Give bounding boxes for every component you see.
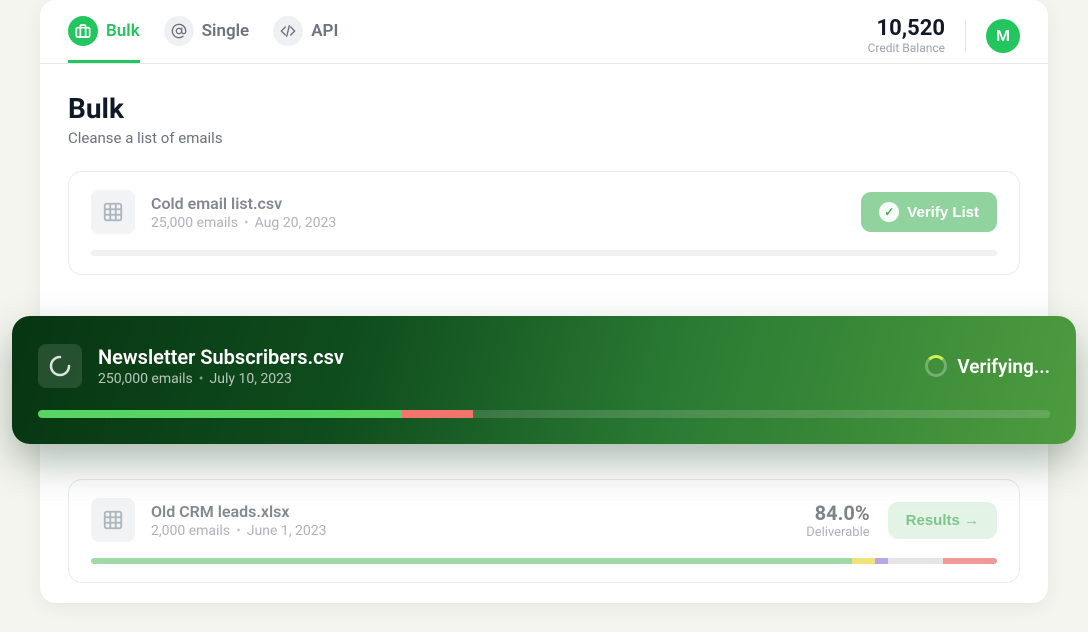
progress-bar bbox=[38, 410, 1050, 418]
main-card: Bulk Single API 10,520 Credit Balance bbox=[40, 0, 1048, 603]
results-button[interactable]: Results → bbox=[888, 502, 997, 539]
tab-bulk[interactable]: Bulk bbox=[68, 16, 140, 63]
file-meta: 25,000 emails•Aug 20, 2023 bbox=[151, 215, 845, 231]
loading-icon bbox=[38, 344, 82, 388]
progress-bar-empty bbox=[91, 250, 997, 256]
page-title: Bulk bbox=[68, 92, 1020, 125]
tab-single[interactable]: Single bbox=[164, 16, 250, 63]
spreadsheet-icon bbox=[91, 498, 135, 542]
deliverable-percent: 84.0% bbox=[806, 501, 869, 525]
file-info: Newsletter Subscribers.csv 250,000 email… bbox=[98, 345, 909, 387]
segment-unknown bbox=[875, 558, 889, 564]
segment-duplicate bbox=[888, 558, 942, 564]
status-label: Verifying... bbox=[957, 355, 1050, 378]
deliverable-label: Deliverable bbox=[806, 525, 869, 540]
file-name: Newsletter Subscribers.csv bbox=[98, 345, 909, 369]
spinner-icon bbox=[925, 355, 947, 377]
verify-list-button[interactable]: ✓ Verify List bbox=[861, 192, 997, 232]
deliverable-metric: 84.0% Deliverable bbox=[806, 501, 869, 540]
file-name: Old CRM leads.xlsx bbox=[151, 502, 790, 521]
at-icon bbox=[164, 16, 194, 46]
file-card-verifying: Newsletter Subscribers.csv 250,000 email… bbox=[12, 316, 1076, 444]
progress-bar bbox=[91, 558, 997, 564]
section-title: Bulk Cleanse a list of emails bbox=[40, 64, 1048, 147]
segment-invalid bbox=[943, 558, 997, 564]
tab-api[interactable]: API bbox=[273, 16, 338, 63]
tabs: Bulk Single API bbox=[68, 16, 338, 63]
tab-label: Bulk bbox=[106, 21, 140, 41]
segment-risky bbox=[852, 558, 875, 564]
segment-deliverable bbox=[91, 558, 852, 564]
button-label: Verify List bbox=[907, 204, 979, 221]
divider bbox=[965, 19, 966, 53]
tab-label: API bbox=[311, 21, 338, 41]
file-card-done: Old CRM leads.xlsx 2,000 emails•June 1, … bbox=[68, 479, 1020, 583]
file-meta: 250,000 emails•July 10, 2023 bbox=[98, 371, 909, 387]
segment-deliverable bbox=[38, 410, 402, 418]
briefcase-icon bbox=[68, 16, 98, 46]
credit-label: Credit Balance bbox=[868, 41, 945, 55]
page-subtitle: Cleanse a list of emails bbox=[68, 129, 1020, 147]
file-info: Cold email list.csv 25,000 emails•Aug 20… bbox=[151, 194, 845, 231]
tab-label: Single bbox=[202, 21, 250, 41]
spreadsheet-icon bbox=[91, 190, 135, 234]
header-right: 10,520 Credit Balance M bbox=[868, 16, 1020, 63]
file-meta: 2,000 emails•June 1, 2023 bbox=[151, 523, 790, 539]
check-icon: ✓ bbox=[879, 202, 899, 222]
avatar-initial: M bbox=[996, 26, 1010, 45]
file-card-pending: Cold email list.csv 25,000 emails•Aug 20… bbox=[68, 171, 1020, 275]
file-name: Cold email list.csv bbox=[151, 194, 845, 213]
credit-balance: 10,520 Credit Balance bbox=[868, 16, 945, 55]
header: Bulk Single API 10,520 Credit Balance bbox=[40, 0, 1048, 63]
button-label: Results → bbox=[906, 512, 979, 529]
avatar[interactable]: M bbox=[986, 19, 1020, 53]
code-icon bbox=[273, 16, 303, 46]
file-info: Old CRM leads.xlsx 2,000 emails•June 1, … bbox=[151, 502, 790, 539]
credit-value: 10,520 bbox=[868, 16, 945, 41]
segment-invalid bbox=[402, 410, 473, 418]
verifying-status: Verifying... bbox=[925, 355, 1050, 378]
